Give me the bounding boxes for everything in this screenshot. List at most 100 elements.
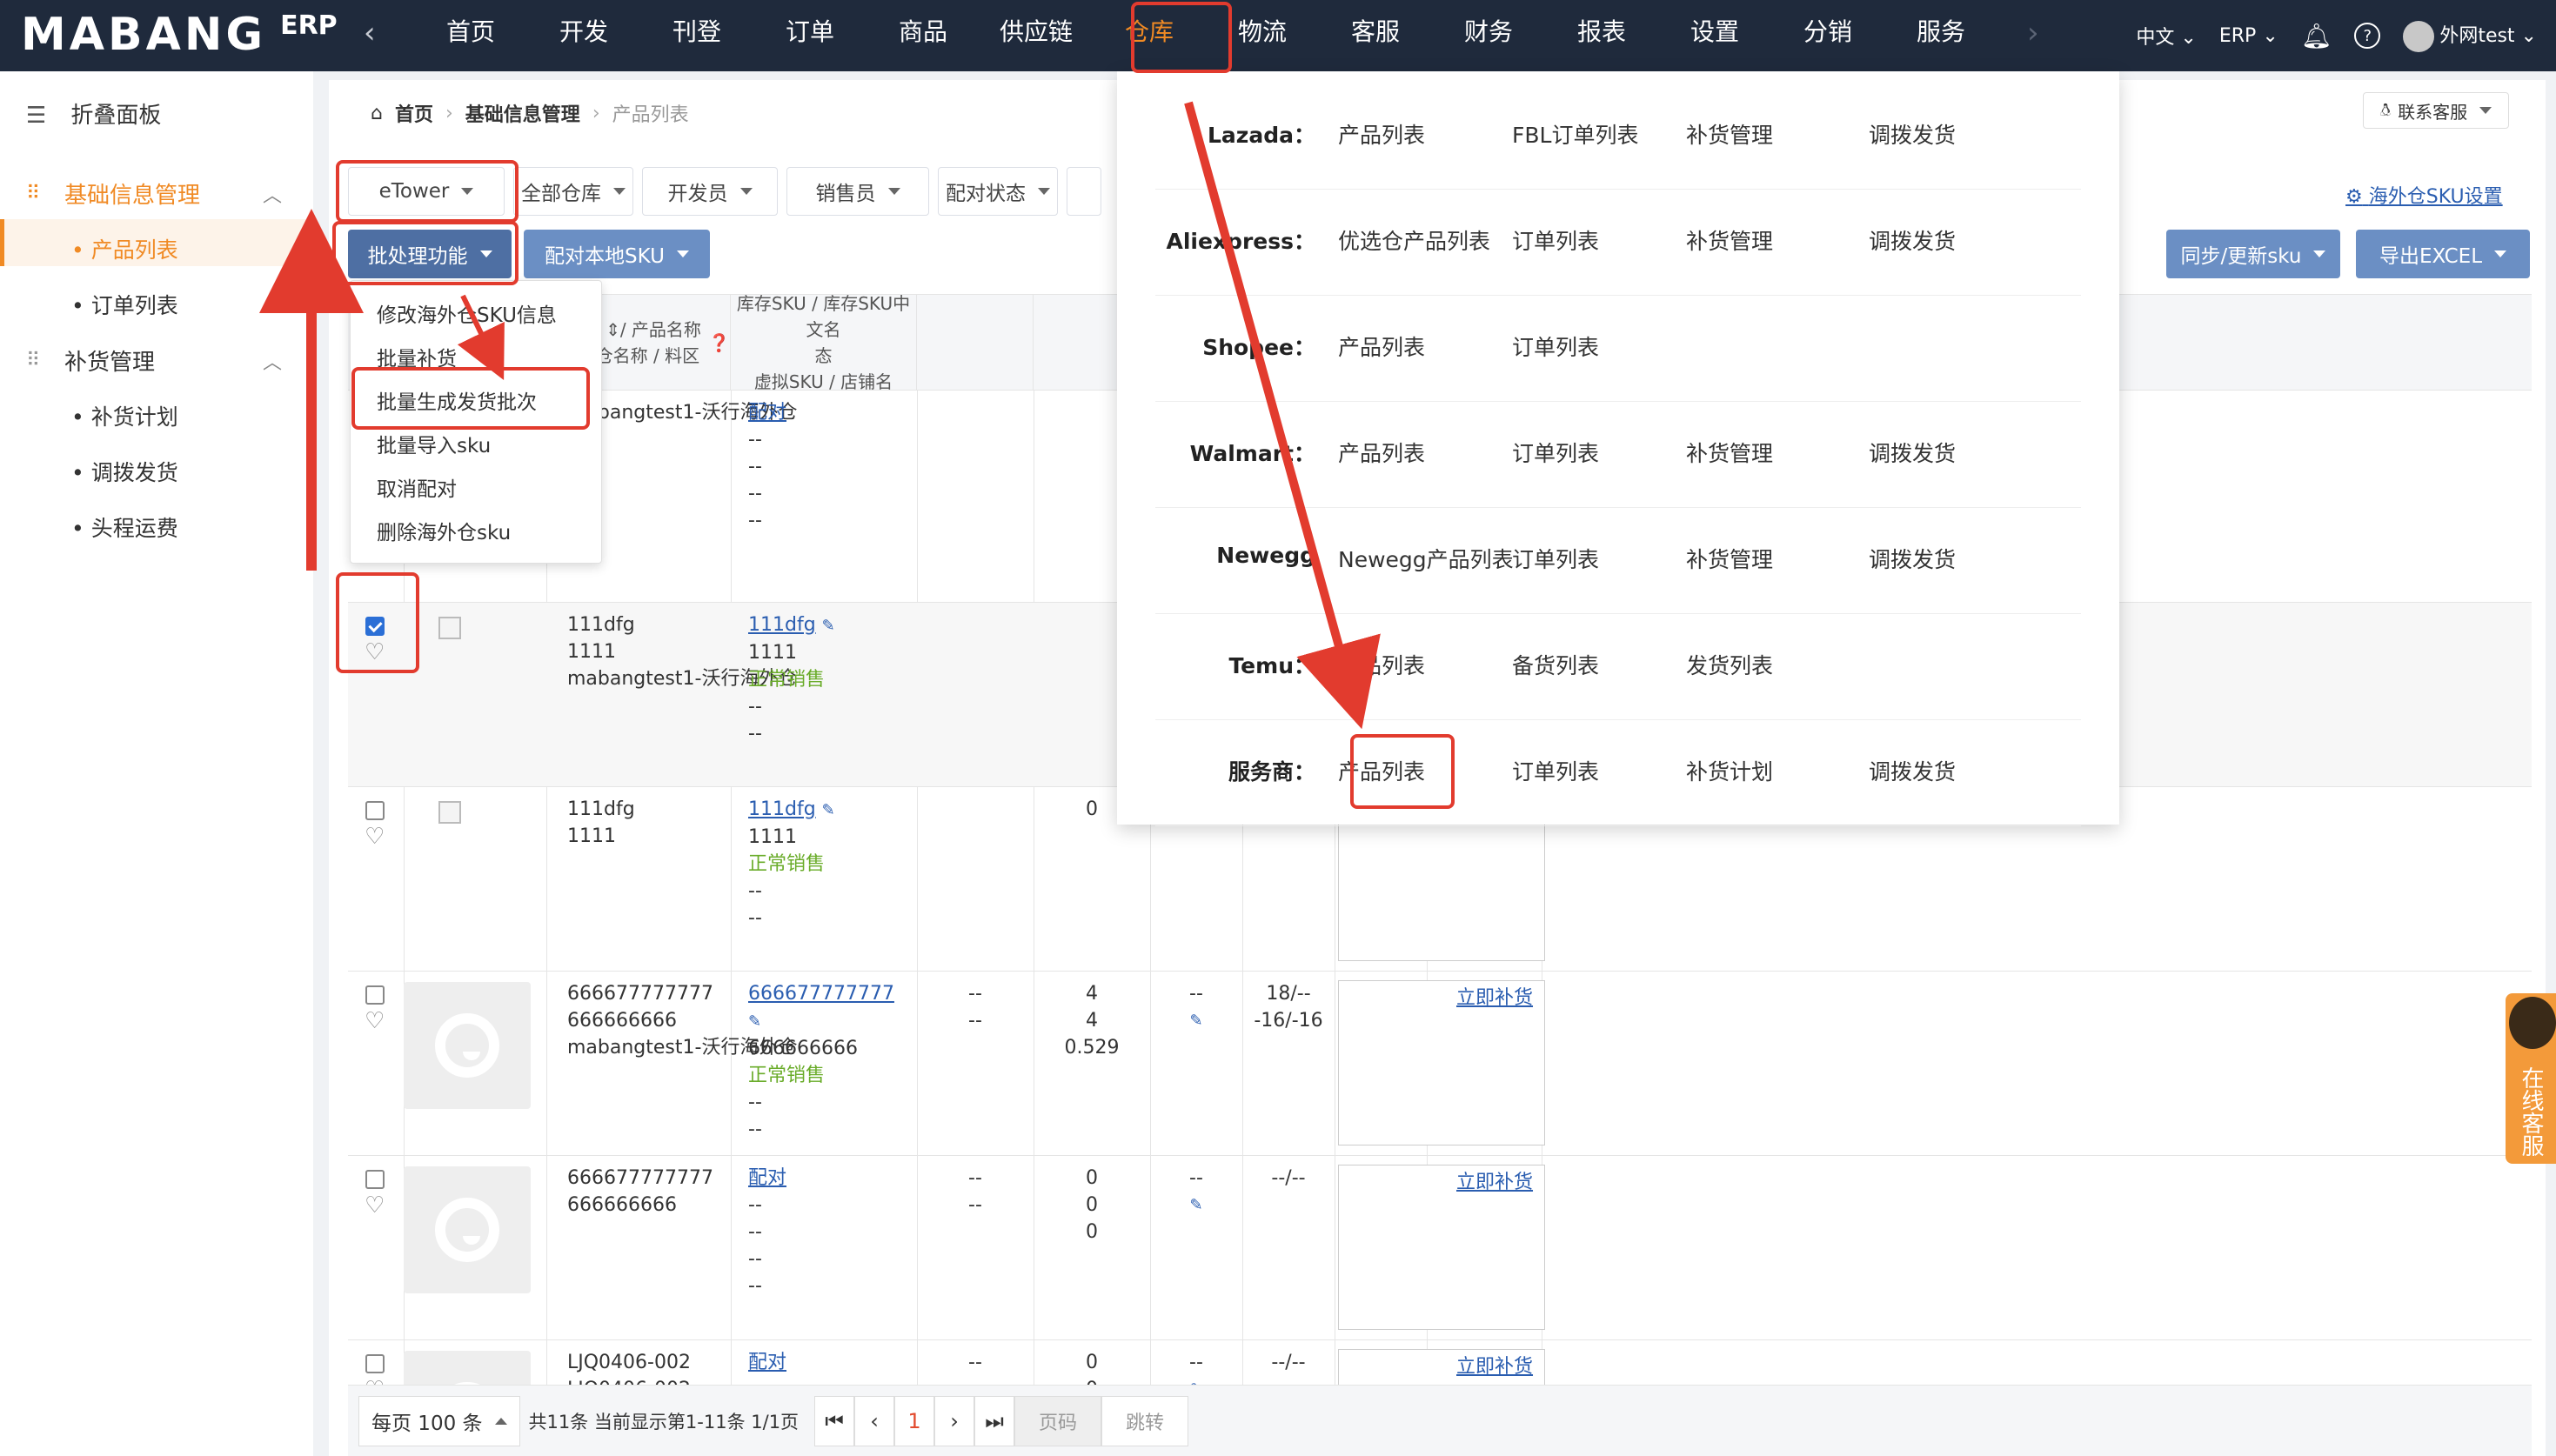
- mega-menu-option[interactable]: 调拨发货: [1869, 755, 1956, 786]
- last-page-icon[interactable]: ⏭: [974, 1395, 1015, 1446]
- edit-icon[interactable]: ✎: [748, 1012, 761, 1031]
- provider-filter[interactable]: eTower: [348, 167, 505, 216]
- mega-menu-option[interactable]: 调拨发货: [1869, 224, 1956, 256]
- jump-button[interactable]: 跳转: [1101, 1395, 1189, 1446]
- nav-finance[interactable]: 财务: [1432, 0, 1545, 71]
- breadcrumb-section[interactable]: 基础信息管理: [465, 99, 580, 127]
- nav-develop[interactable]: 开发: [527, 0, 640, 71]
- nav-listing[interactable]: 刊登: [640, 0, 753, 71]
- sidebar-item-freight[interactable]: • 头程运费: [71, 511, 178, 543]
- batch-actions-button[interactable]: 批处理功能: [348, 230, 512, 278]
- match-local-sku-button[interactable]: 配对本地SKU: [524, 230, 710, 278]
- mega-menu-option[interactable]: 补货管理: [1686, 543, 1773, 574]
- mega-menu-option[interactable]: 订单列表: [1512, 331, 1599, 362]
- sidebar-item-order-list[interactable]: • 订单列表: [71, 289, 178, 320]
- mega-menu-option[interactable]: 产品列表: [1338, 649, 1425, 680]
- menu-item-batch-shipment[interactable]: 批量生成发货批次: [377, 385, 537, 415]
- language-select[interactable]: 中文 ⌄: [2136, 22, 2196, 50]
- bell-icon[interactable]: 🔔︎: [2301, 22, 2332, 50]
- sidebar-group-basic-info[interactable]: ⠿ 基础信息管理 ︿: [26, 177, 282, 210]
- nav-products[interactable]: 商品: [866, 0, 980, 71]
- chevron-left-icon[interactable]: ‹: [364, 16, 376, 50]
- user-menu[interactable]: 外网test ⌄: [2403, 20, 2537, 52]
- mega-menu-option[interactable]: 调拨发货: [1869, 437, 1956, 468]
- stock-sku-link[interactable]: 111dfg: [748, 798, 816, 820]
- mega-menu-option[interactable]: 产品列表: [1338, 437, 1425, 468]
- prev-page-icon[interactable]: ‹: [854, 1395, 895, 1446]
- menu-item-delete-sku[interactable]: 删除海外仓sku: [377, 516, 511, 545]
- sidebar-group-replenish[interactable]: ⠿ 补货管理 ︿: [26, 344, 282, 377]
- heart-icon[interactable]: ♡: [365, 1192, 385, 1219]
- stock-sku-link[interactable]: 配对: [748, 1352, 786, 1373]
- menu-item-unmatch[interactable]: 取消配对: [377, 472, 457, 502]
- page-input[interactable]: 页码: [1014, 1395, 1102, 1446]
- developer-filter[interactable]: 开发员: [642, 167, 778, 216]
- mega-menu-option[interactable]: 产品列表: [1338, 755, 1425, 786]
- mega-menu-option[interactable]: 补货管理: [1686, 118, 1773, 150]
- nav-customer-service[interactable]: 客服: [1319, 0, 1432, 71]
- mega-menu-option[interactable]: FBL订单列表: [1512, 118, 1638, 150]
- nav-logistics[interactable]: 物流: [1206, 0, 1319, 71]
- row-checkbox[interactable]: [365, 985, 385, 1005]
- replenish-now-link[interactable]: 立即补货: [1456, 1166, 1533, 1194]
- mega-menu-option[interactable]: 优选仓产品列表: [1338, 224, 1490, 256]
- warehouse-filter[interactable]: 全部仓库: [513, 167, 633, 216]
- row-checkbox[interactable]: [365, 801, 385, 820]
- edit-icon[interactable]: ✎: [822, 801, 835, 819]
- mega-menu-option[interactable]: 订单列表: [1512, 437, 1599, 468]
- mega-menu-option[interactable]: 订单列表: [1512, 543, 1599, 574]
- heart-icon[interactable]: ♡: [365, 1008, 385, 1034]
- mega-menu-option[interactable]: 补货计划: [1686, 755, 1773, 786]
- stock-sku-link[interactable]: 666677777777: [748, 983, 894, 1005]
- contact-support-button[interactable]: 🐧︎ 联系客服: [2363, 92, 2509, 129]
- overseas-sku-setting-link[interactable]: ⚙ 海外仓SKU设置: [2345, 181, 2503, 209]
- sync-sku-button[interactable]: 同步/更新sku: [2166, 230, 2340, 278]
- replenish-now-link[interactable]: 立即补货: [1456, 1351, 1533, 1379]
- system-select[interactable]: ERP ⌄: [2219, 25, 2278, 47]
- page-number[interactable]: 1: [894, 1395, 935, 1446]
- row-checkbox[interactable]: [365, 1354, 385, 1373]
- sidebar-item-product-list[interactable]: • 产品列表: [71, 233, 178, 264]
- edit-icon[interactable]: ✎: [1150, 1007, 1242, 1034]
- page-size-select[interactable]: 每页 100 条: [358, 1395, 520, 1446]
- menu-item-batch-import[interactable]: 批量导入sku: [377, 429, 491, 458]
- sidebar-item-replenish-plan[interactable]: • 补货计划: [71, 400, 178, 431]
- heart-icon[interactable]: ♡: [365, 639, 385, 665]
- menu-item-edit-overseas-sku[interactable]: 修改海外仓SKU信息: [377, 298, 557, 328]
- row-checkbox[interactable]: [365, 617, 385, 636]
- breadcrumb-home[interactable]: 首页: [395, 99, 433, 127]
- mega-menu-option[interactable]: 订单列表: [1512, 755, 1599, 786]
- replenish-now-link[interactable]: 立即补货: [1456, 982, 1533, 1010]
- row-checkbox[interactable]: [365, 1170, 385, 1189]
- mega-menu-option[interactable]: 产品列表: [1338, 118, 1425, 150]
- stock-sku-link[interactable]: 111dfg: [748, 614, 816, 636]
- mega-menu-option[interactable]: 备货列表: [1512, 649, 1599, 680]
- home-icon[interactable]: ⌂: [371, 103, 383, 124]
- nav-supply-chain[interactable]: 供应链: [980, 0, 1093, 71]
- stock-sku-link[interactable]: 配对: [748, 402, 786, 424]
- mega-menu-option[interactable]: 调拨发货: [1869, 118, 1956, 150]
- next-page-icon[interactable]: ›: [934, 1395, 975, 1446]
- help-icon[interactable]: ?: [2354, 23, 2381, 49]
- edit-icon[interactable]: ✎: [822, 617, 835, 635]
- online-chat-button[interactable]: 在线客服: [2506, 993, 2556, 1164]
- nav-home[interactable]: 首页: [414, 0, 527, 71]
- nav-orders[interactable]: 订单: [753, 0, 866, 71]
- mega-menu-option[interactable]: 产品列表: [1338, 331, 1425, 362]
- heart-icon[interactable]: ♡: [365, 824, 385, 850]
- mega-menu-option[interactable]: 发货列表: [1686, 649, 1773, 680]
- stock-sku-link[interactable]: 配对: [748, 1167, 786, 1189]
- help-icon[interactable]: ❓: [708, 330, 730, 356]
- nav-service[interactable]: 服务: [1884, 0, 1997, 71]
- mega-menu-option[interactable]: 补货管理: [1686, 224, 1773, 256]
- mega-menu-option[interactable]: 补货管理: [1686, 437, 1773, 468]
- chevron-right-icon[interactable]: ›: [2027, 16, 2039, 50]
- menu-item-batch-replenish[interactable]: 批量补货: [377, 342, 457, 371]
- filter-more[interactable]: [1067, 167, 1101, 216]
- edit-icon[interactable]: ✎: [1150, 1192, 1242, 1219]
- sidebar-item-transfer[interactable]: • 调拨发货: [71, 456, 178, 487]
- seller-filter[interactable]: 销售员: [786, 167, 929, 216]
- mega-menu-option[interactable]: 调拨发货: [1869, 543, 1956, 574]
- export-excel-button[interactable]: 导出EXCEL: [2356, 230, 2530, 278]
- collapse-panel[interactable]: ☰ 折叠面板: [26, 97, 161, 130]
